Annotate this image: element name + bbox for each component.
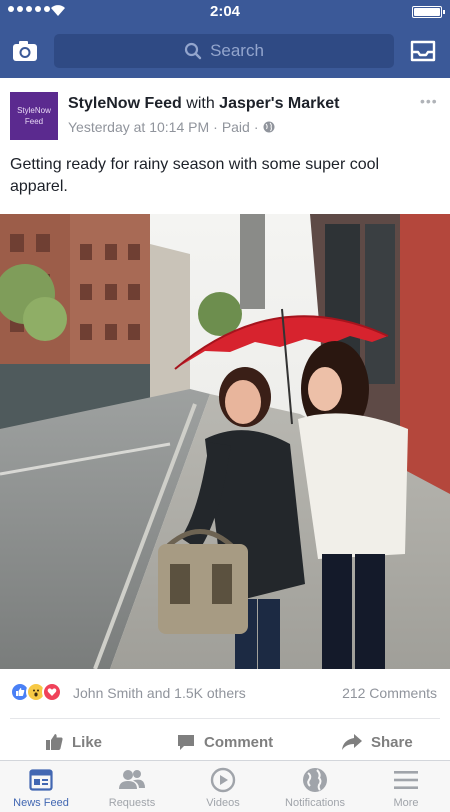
comment-bubble-icon (178, 735, 194, 750)
share-button[interactable]: Share (341, 730, 413, 754)
reactions-summary[interactable]: John Smith and 1.5K others (73, 685, 246, 701)
avatar-text-line-1: StyleNow (17, 106, 51, 115)
thumbs-up-icon (46, 734, 63, 750)
comment-label: Comment (204, 733, 274, 751)
like-label: Like (72, 733, 103, 751)
status-time: 2:04 (209, 3, 241, 20)
search-input[interactable]: Search (54, 34, 394, 68)
globe-icon (303, 768, 327, 792)
friend-requests-icon (119, 770, 145, 789)
battery-icon (412, 6, 445, 18)
meta-separator: · (213, 119, 218, 135)
inbox-icon[interactable] (408, 36, 438, 66)
share-label: Share (371, 733, 413, 751)
search-placeholder: Search (210, 41, 264, 60)
author-name[interactable]: StyleNow Feed (68, 95, 182, 112)
meta-separator-2: · (253, 119, 259, 135)
post-title: StyleNow Feed with Jasper's Market (68, 95, 340, 113)
tab-label: More (393, 797, 419, 809)
top-navigation-bar: 2:04 Search (0, 0, 450, 78)
partner-name[interactable]: Jasper's Market (219, 95, 339, 112)
title-with-text: with (186, 95, 215, 112)
tab-label: Videos (206, 797, 240, 809)
tab-label: News Feed (13, 797, 69, 809)
tab-label: Requests (108, 797, 156, 809)
tab-videos[interactable]: Videos (178, 764, 268, 812)
paid-label: Paid (221, 119, 250, 135)
tab-notifications[interactable]: Notifications (270, 764, 360, 812)
tab-news-feed[interactable]: News Feed (0, 764, 86, 812)
post-meta: Yesterday at 10:14 PM · Paid · (68, 119, 275, 135)
tab-label: Notifications (285, 797, 345, 809)
comment-button[interactable]: Comment (176, 730, 273, 754)
share-arrow-icon (342, 734, 362, 750)
video-play-icon (210, 767, 236, 793)
globe-privacy-icon (263, 121, 275, 133)
search-icon (184, 42, 202, 60)
tab-more[interactable]: More (361, 764, 450, 812)
post-caption: Getting ready for rainy season with some… (10, 156, 380, 195)
reaction-icons[interactable] (10, 682, 62, 702)
news-feed-icon (29, 769, 53, 791)
post-photo[interactable] (0, 214, 450, 669)
hamburger-menu-icon (394, 771, 418, 789)
avatar-text-line-2: Feed (24, 117, 44, 126)
post-options-icon[interactable]: ••• (420, 93, 438, 109)
tab-requests[interactable]: Requests (87, 764, 177, 812)
status-bar: 2:04 (0, 0, 450, 24)
camera-icon[interactable] (10, 36, 40, 66)
page-avatar[interactable]: StyleNow Feed (10, 92, 58, 140)
post-timestamp[interactable]: Yesterday at 10:14 PM (68, 119, 209, 135)
actions-divider (10, 718, 440, 719)
street-photo-illustration (0, 214, 450, 669)
love-icon (42, 682, 62, 702)
comments-count[interactable]: 212 Comments (342, 685, 437, 701)
like-button[interactable]: Like (44, 730, 102, 754)
